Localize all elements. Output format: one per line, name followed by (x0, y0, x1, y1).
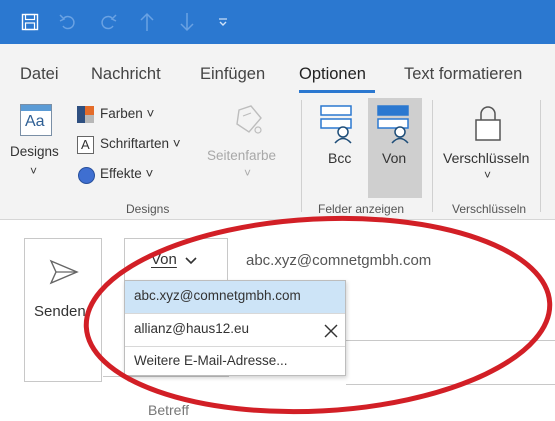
title-bar (0, 0, 555, 44)
tab-text-formatieren[interactable]: Text formatieren (404, 65, 522, 84)
tab-einfuegen[interactable]: Einfügen (200, 65, 265, 84)
active-tab-indicator (299, 90, 375, 93)
colors-label: Farben ˅ (100, 106, 155, 121)
group-separator (301, 100, 302, 212)
colors-button[interactable]: Farben ˅ (77, 104, 177, 126)
tab-datei[interactable]: Datei (20, 65, 59, 84)
field-divider (346, 340, 555, 341)
from-dropdown-button[interactable]: Von (124, 238, 228, 282)
from-address: abc.xyz@comnetgmbh.com (246, 252, 432, 269)
bcc-label: Bcc (328, 150, 352, 166)
designs-label: Designs (10, 144, 59, 159)
colors-icon (77, 106, 94, 123)
customize-dropdown-icon[interactable] (214, 10, 232, 34)
tab-nachricht[interactable]: Nachricht (91, 65, 161, 84)
from-button[interactable]: Von (368, 100, 422, 190)
subject-label: Betreff (148, 402, 189, 418)
ribbon-tabs: Datei Nachricht Einfügen Optionen Text f… (0, 44, 555, 94)
dropdown-item-more-addresses[interactable]: Weitere E-Mail-Adresse... (125, 346, 345, 378)
fonts-button[interactable]: A Schriftarten ˅ (77, 134, 201, 156)
bcc-icon (319, 104, 357, 149)
group-separator (432, 100, 433, 212)
from-icon (376, 104, 414, 149)
page-color-label: Seitenfarbe (207, 148, 277, 163)
chevron-down-icon: ˅ (30, 164, 38, 178)
save-icon[interactable] (18, 10, 42, 34)
up-arrow-icon[interactable] (136, 10, 158, 34)
group-label-designs: Designs (126, 202, 170, 216)
from-label: Von (382, 150, 407, 166)
encrypt-button[interactable]: Verschlüsseln ˅ (440, 100, 536, 190)
send-icon (49, 259, 79, 290)
fonts-label: Schriftarten ˅ (100, 136, 181, 151)
group-label-fields: Felder anzeigen (318, 202, 405, 216)
dropdown-item-account-2[interactable]: allianz@haus12.eu (125, 314, 345, 346)
field-divider (346, 384, 555, 385)
fonts-icon: A (77, 136, 94, 154)
tab-optionen[interactable]: Optionen (299, 65, 366, 84)
group-separator (540, 100, 541, 212)
effects-button[interactable]: Effekte ˅ (77, 164, 177, 186)
send-label: Senden (34, 303, 86, 320)
page-color-icon (231, 104, 265, 143)
chevron-down-icon: ˅ (244, 166, 252, 180)
bcc-button[interactable]: Bcc (312, 100, 364, 190)
undo-icon[interactable] (56, 10, 80, 34)
from-dropdown-menu: abc.xyz@comnetgmbh.com allianz@haus12.eu… (124, 280, 346, 376)
send-button[interactable]: Senden (24, 238, 102, 382)
from-button-label: Von (151, 251, 177, 268)
redo-icon[interactable] (96, 10, 120, 34)
lock-icon (473, 104, 503, 147)
chevron-down-icon: ˅ (484, 168, 492, 182)
designs-icon: Aa (20, 104, 52, 136)
encrypt-label: Verschlüsseln (443, 150, 530, 166)
chevron-down-icon (185, 253, 197, 271)
ribbon: Aa Designs ˅ Farben ˅ A Schriftarten ˅ E… (0, 94, 555, 220)
down-arrow-icon[interactable] (176, 10, 198, 34)
group-label-encrypt: Verschlüsseln (452, 202, 527, 216)
effects-label: Effekte ˅ (100, 166, 154, 181)
remove-account-icon[interactable] (323, 323, 339, 344)
designs-button[interactable]: Aa Designs ˅ (10, 104, 59, 188)
page-color-button[interactable]: Seitenfarbe ˅ (205, 104, 291, 188)
effects-icon (78, 167, 95, 184)
dropdown-item-account-1[interactable]: abc.xyz@comnetgmbh.com (125, 281, 345, 313)
